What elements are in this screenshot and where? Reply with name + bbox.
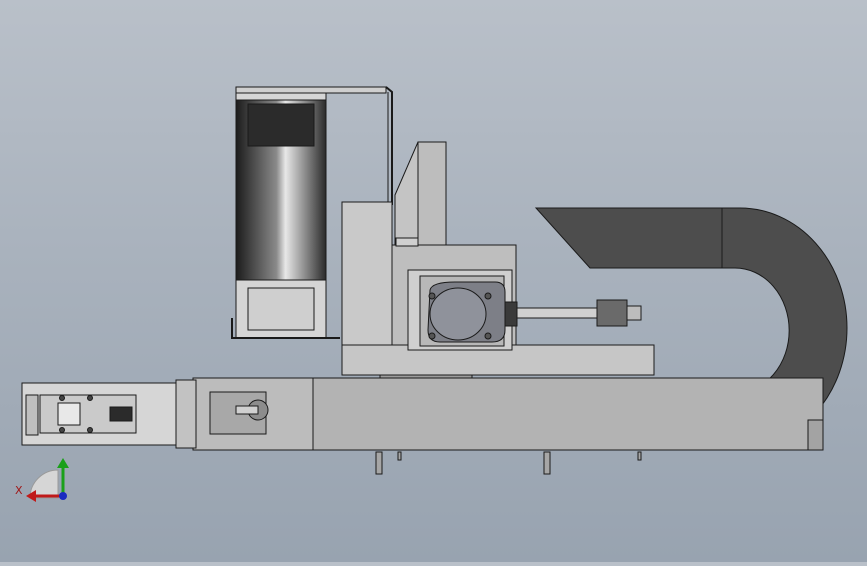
column-body	[341, 201, 393, 351]
servo-motor[interactable]	[407, 269, 642, 351]
axis-x-label: X	[15, 484, 23, 497]
top-bracket	[235, 86, 387, 94]
fan-top-block	[247, 103, 315, 147]
bottom-pins	[375, 451, 642, 475]
end-motor[interactable]	[21, 382, 177, 446]
cad-model-view[interactable]	[0, 0, 867, 562]
graphics-viewport[interactable]: X	[0, 0, 867, 562]
linear-rail[interactable]	[175, 377, 824, 451]
axis-triad-icon	[26, 458, 69, 502]
cable-connector	[596, 299, 628, 327]
fan-bottom-block	[247, 287, 315, 331]
cable-chain-upper	[534, 207, 723, 269]
motor-shaft	[516, 307, 600, 319]
frame-rod	[385, 86, 393, 205]
rail-end-cap	[175, 379, 197, 449]
